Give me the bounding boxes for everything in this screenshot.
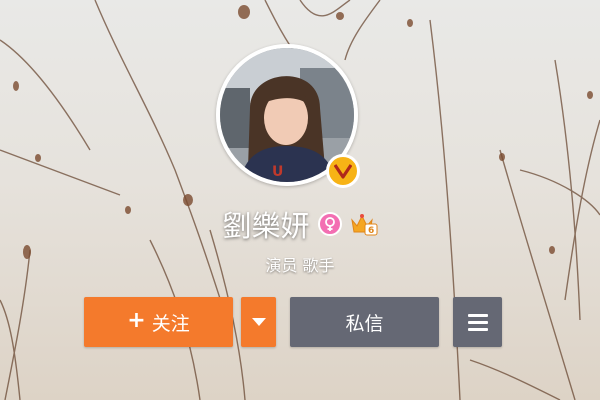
- verified-v-icon: [334, 164, 352, 179]
- verified-badge: [326, 154, 360, 188]
- message-button-label: 私信: [345, 312, 384, 335]
- menu-icon: [467, 313, 488, 331]
- female-icon: [317, 212, 342, 236]
- follow-dropdown-button[interactable]: [241, 297, 276, 347]
- level-number: 6: [368, 226, 374, 236]
- profile-header: U 劉樂妍 6 演员 歌手 + 关注 私信: [0, 0, 600, 400]
- svg-text:U: U: [272, 164, 283, 180]
- user-name: 劉樂妍: [222, 209, 310, 243]
- follow-button[interactable]: + 关注: [84, 297, 233, 347]
- plus-icon: +: [127, 308, 146, 333]
- user-tagline: 演员 歌手: [265, 256, 335, 275]
- level-crown-icon[interactable]: 6: [350, 212, 378, 236]
- name-row: 劉樂妍 6: [0, 202, 600, 246]
- caret-down-icon: [251, 318, 266, 326]
- message-button[interactable]: 私信: [290, 297, 439, 347]
- avatar-container[interactable]: U: [216, 44, 366, 194]
- follow-button-label: 关注: [151, 312, 190, 335]
- more-menu-button[interactable]: [453, 297, 502, 347]
